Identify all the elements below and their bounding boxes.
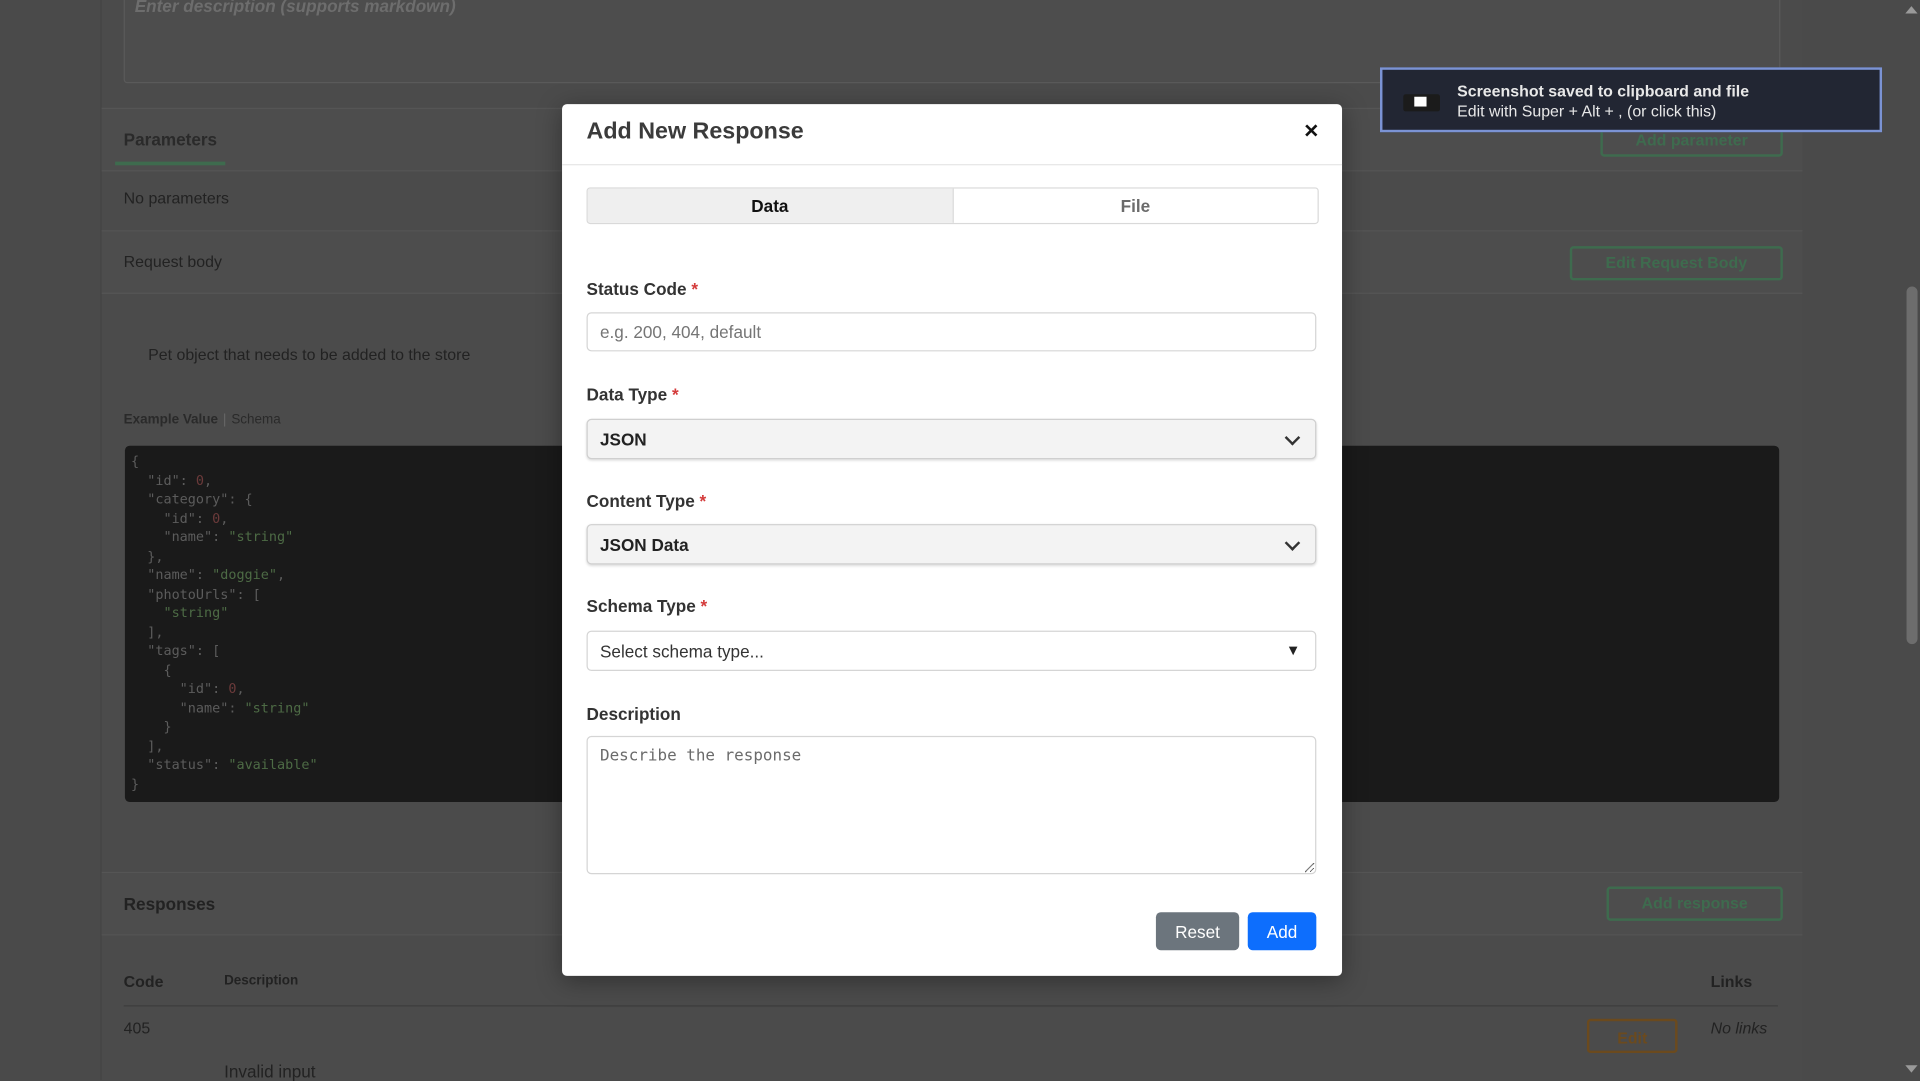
description-label: Description: [586, 704, 681, 724]
dropdown-arrow-icon: ▼: [1285, 641, 1301, 659]
toast-subtitle: Edit with Super + Alt + , (or click this…: [1457, 101, 1717, 121]
response-code: 405: [123, 1018, 151, 1038]
schema-type-label: Schema Type *: [587, 596, 708, 616]
edit-request-body-button[interactable]: Edit Request Body: [1569, 246, 1783, 281]
schema-type-value: Select schema type...: [600, 641, 764, 662]
column-header-description: Description: [224, 973, 299, 989]
page-gutter-left: [0, 0, 101, 1081]
chevron-down-icon: [1284, 429, 1301, 446]
column-header-links: Links: [1710, 972, 1753, 991]
scroll-down-arrow-icon[interactable]: [1905, 1065, 1918, 1073]
status-code-label-text: Status Code: [586, 279, 687, 299]
response-description-textarea[interactable]: [586, 735, 1317, 875]
content-type-label-text: Content Type: [586, 491, 695, 511]
chevron-down-icon: [1284, 535, 1301, 551]
required-marker: *: [691, 279, 698, 299]
modal-header: Add New Response ×: [562, 104, 1343, 166]
no-parameters-text: No parameters: [123, 188, 229, 207]
status-code-label: Status Code *: [587, 279, 698, 299]
add-response-modal: Add New Response × Data File Status Code…: [562, 104, 1343, 976]
data-type-select[interactable]: JSON: [586, 418, 1317, 460]
close-icon[interactable]: ×: [1304, 118, 1318, 146]
modal-title: Add New Response: [586, 118, 804, 145]
tab-file[interactable]: File: [953, 188, 1318, 223]
request-body-label: Request body: [123, 252, 222, 271]
tab-separator: |: [222, 412, 227, 428]
page: Enter description (supports markdown) Pa…: [0, 0, 1920, 1081]
tab-parameters[interactable]: Parameters: [124, 130, 217, 150]
data-file-toggle: Data File: [586, 187, 1319, 225]
tab-data[interactable]: Data: [587, 188, 954, 223]
example-json: { "id": 0, "category": { "id": 0, "name"…: [131, 453, 318, 792]
add-button[interactable]: Add: [1247, 912, 1317, 951]
tab-schema[interactable]: Schema: [231, 413, 280, 428]
content-type-label: Content Type *: [587, 491, 707, 511]
description-placeholder: Enter description (supports markdown): [134, 0, 456, 16]
tab-example-value[interactable]: Example Value: [124, 413, 218, 428]
schema-type-label-text: Schema Type: [586, 596, 696, 616]
body-description: Pet object that needs to be added to the…: [148, 345, 471, 364]
schema-type-select[interactable]: Select schema type... ▼: [586, 630, 1317, 672]
edit-response-button[interactable]: Edit: [1586, 1018, 1678, 1054]
response-description: Invalid input: [224, 1061, 316, 1081]
screenshot-icon: [1403, 94, 1441, 112]
required-marker: *: [671, 384, 679, 405]
screenshot-toast[interactable]: Screenshot saved to clipboard and file E…: [1380, 67, 1883, 133]
reset-button[interactable]: Reset: [1155, 912, 1240, 951]
column-header-code: Code: [123, 972, 164, 991]
scroll-up-arrow-icon[interactable]: [1905, 6, 1918, 14]
required-marker: *: [700, 596, 708, 616]
status-code-input[interactable]: [586, 312, 1317, 352]
response-links: No links: [1710, 1018, 1768, 1038]
active-tab-indicator: [115, 161, 226, 166]
data-type-label: Data Type *: [587, 384, 679, 404]
data-type-value: JSON: [600, 429, 647, 450]
example-schema-tabs: Example Value | Schema: [124, 413, 281, 428]
required-marker: *: [699, 491, 707, 511]
data-type-label-text: Data Type: [586, 384, 668, 405]
content-type-value: JSON Data: [600, 535, 689, 555]
responses-title: Responses: [123, 893, 216, 914]
scrollbar-thumb[interactable]: [1906, 286, 1918, 645]
page-gutter-right: [1802, 0, 1903, 1081]
table-divider: [123, 1005, 1778, 1007]
content-type-select[interactable]: JSON Data: [586, 524, 1317, 565]
add-response-button[interactable]: Add response: [1606, 886, 1783, 921]
toast-title: Screenshot saved to clipboard and file: [1457, 82, 1750, 101]
